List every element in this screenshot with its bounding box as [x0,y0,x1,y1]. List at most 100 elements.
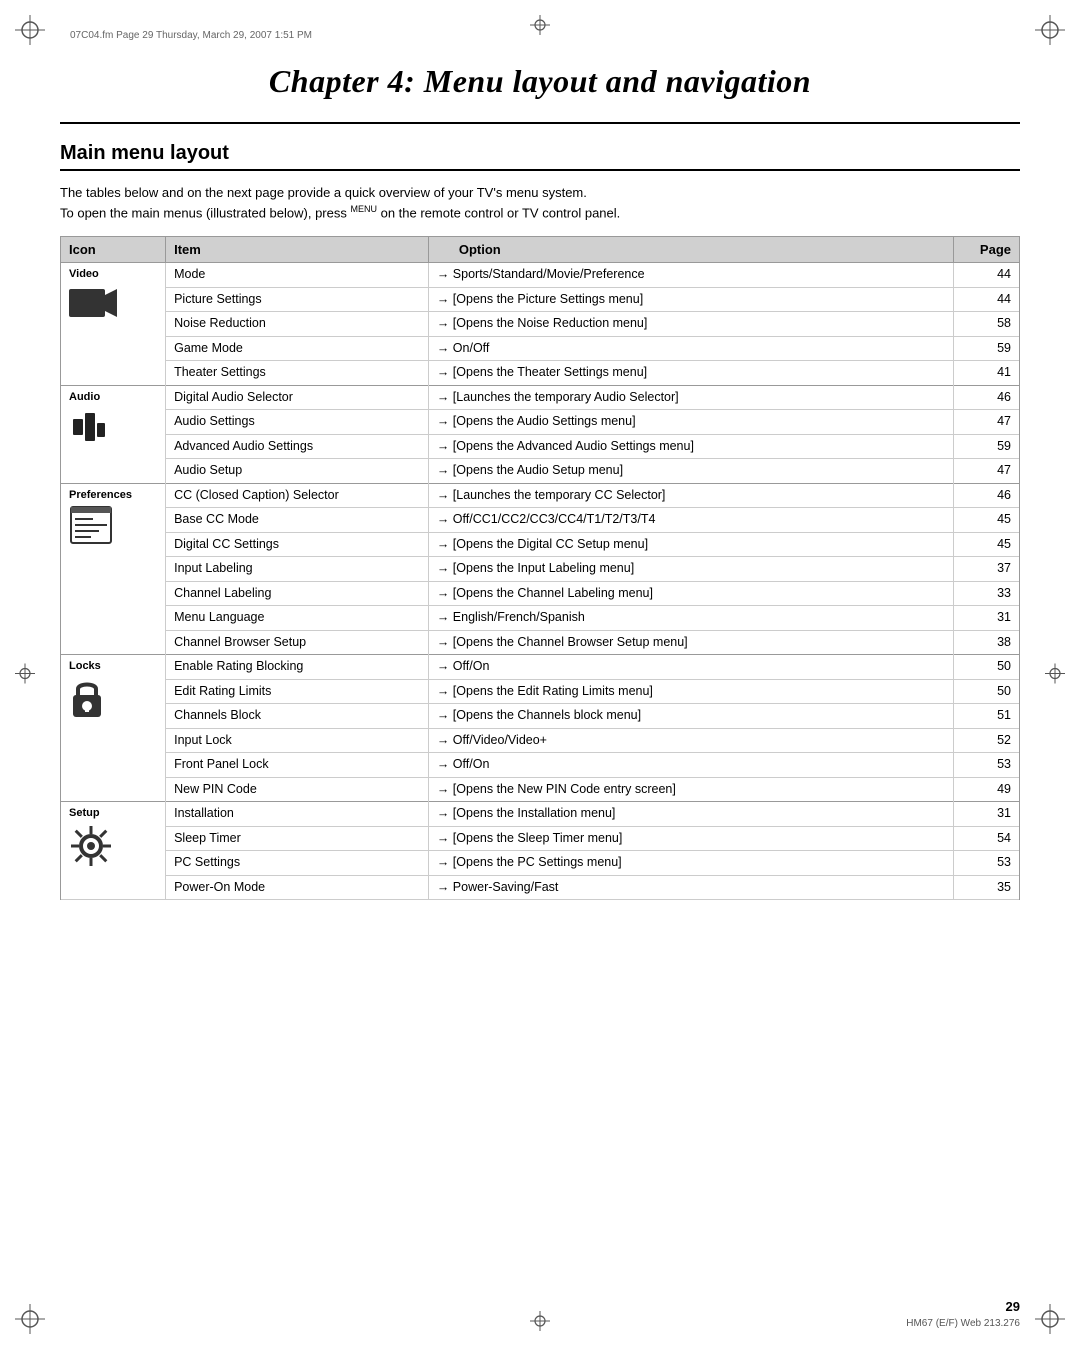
table-cell-item: Digital CC Settings [166,532,429,557]
table-cell-page: 35 [954,875,1020,900]
col-header-page: Page [954,237,1020,263]
table-row: Video Mode→ Sports/Standard/Movie/Prefer… [61,263,1020,288]
table-cell-page: 58 [954,312,1020,337]
table-cell-item: Menu Language [166,606,429,631]
table-cell-item: Channel Labeling [166,581,429,606]
corner-mark-bottom-left [15,1304,45,1334]
icon-label: Video [69,267,157,282]
page-number: 29 [1006,1299,1020,1314]
corner-mark-top-right [1035,15,1065,45]
preferences-icon [69,505,157,550]
menu-table: Icon Item Option Page Video Mode→ Sports… [60,236,1020,900]
table-cell-page: 51 [954,704,1020,729]
table-cell-item: New PIN Code [166,777,429,802]
table-row: Locks Enable Rating Blocking→ Off/On50 [61,655,1020,680]
col-header-option: Option [428,237,953,263]
table-cell-option: → [Opens the Noise Reduction menu] [428,312,953,337]
intro-line-2-suffix: on the remote control or TV control pane… [377,205,620,220]
table-row: Theater Settings→ [Opens the Theater Set… [61,361,1020,386]
table-cell-option: → [Opens the Audio Settings menu] [428,410,953,435]
table-row: Front Panel Lock→ Off/On53 [61,753,1020,778]
table-cell-page: 44 [954,287,1020,312]
table-cell-option: → On/Off [428,336,953,361]
table-cell-page: 31 [954,802,1020,827]
table-row: Channel Labeling→ [Opens the Channel Lab… [61,581,1020,606]
table-row: Menu Language→ English/French/Spanish31 [61,606,1020,631]
table-cell-option: → [Opens the Advanced Audio Settings men… [428,434,953,459]
table-cell-option: → [Launches the temporary CC Selector] [428,483,953,508]
table-row: Channel Browser Setup→ [Opens the Channe… [61,630,1020,655]
corner-mark-top-left [15,15,45,45]
table-cell-page: 49 [954,777,1020,802]
table-row: Audio Settings→ [Opens the Audio Setting… [61,410,1020,435]
table-row: PC Settings→ [Opens the PC Settings menu… [61,851,1020,876]
table-cell-page: 47 [954,410,1020,435]
table-cell-item: Enable Rating Blocking [166,655,429,680]
table-cell-page: 38 [954,630,1020,655]
table-cell-option: → [Opens the Edit Rating Limits menu] [428,679,953,704]
table-row: Edit Rating Limits→ [Opens the Edit Rati… [61,679,1020,704]
table-row: Base CC Mode→ Off/CC1/CC2/CC3/CC4/T1/T2/… [61,508,1020,533]
table-cell-page: 50 [954,679,1020,704]
col-header-icon: Icon [61,237,166,263]
table-cell-page: 44 [954,263,1020,288]
table-cell-item: Front Panel Lock [166,753,429,778]
table-cell-option: → Power-Saving/Fast [428,875,953,900]
table-row: Noise Reduction→ [Opens the Noise Reduct… [61,312,1020,337]
table-cell-option: → [Launches the temporary Audio Selector… [428,385,953,410]
table-cell-page: 45 [954,508,1020,533]
mid-mark-right [1045,663,1065,686]
table-cell-option: → [Opens the Audio Setup menu] [428,459,953,484]
table-cell-item: Channel Browser Setup [166,630,429,655]
video-icon [69,285,157,326]
table-cell-item: Sleep Timer [166,826,429,851]
table-row: Input Lock→ Off/Video/Video+52 [61,728,1020,753]
table-header-row: Icon Item Option Page [61,237,1020,263]
table-row: New PIN Code→ [Opens the New PIN Code en… [61,777,1020,802]
table-cell-page: 53 [954,753,1020,778]
table-row: Setup Installation→ [Opens the Installat… [61,802,1020,827]
icon-cell-setup: Setup [61,802,166,900]
table-cell-item: Input Labeling [166,557,429,582]
table-cell-option: → [Opens the Channel Labeling menu] [428,581,953,606]
table-cell-option: → [Opens the New PIN Code entry screen] [428,777,953,802]
menu-superscript: MENU [350,204,377,214]
mid-mark-bottom [530,1311,550,1334]
table-cell-item: Base CC Mode [166,508,429,533]
mid-mark-top [530,15,550,38]
table-cell-item: Input Lock [166,728,429,753]
chapter-title: Chapter 4: Menu layout and navigation [60,45,1020,124]
table-cell-item: Power-On Mode [166,875,429,900]
table-cell-item: Noise Reduction [166,312,429,337]
table-cell-page: 59 [954,434,1020,459]
table-row: Audio Setup→ [Opens the Audio Setup menu… [61,459,1020,484]
table-cell-option: → [Opens the Installation menu] [428,802,953,827]
col-header-item: Item [166,237,429,263]
table-row: Digital CC Settings→ [Opens the Digital … [61,532,1020,557]
table-cell-item: PC Settings [166,851,429,876]
table-cell-option: → [Opens the Digital CC Setup menu] [428,532,953,557]
table-row: Game Mode→ On/Off59 [61,336,1020,361]
corner-mark-bottom-right [1035,1304,1065,1334]
table-cell-page: 47 [954,459,1020,484]
mid-mark-left [15,663,35,686]
table-row: Power-On Mode→ Power-Saving/Fast35 [61,875,1020,900]
table-cell-item: Game Mode [166,336,429,361]
table-cell-item: Picture Settings [166,287,429,312]
table-row: Channels Block→ [Opens the Channels bloc… [61,704,1020,729]
table-cell-option: → [Opens the Picture Settings menu] [428,287,953,312]
section-title: Main menu layout [60,142,1020,171]
table-row: Audio Digital Audio Selector→ [Launches … [61,385,1020,410]
table-cell-page: 53 [954,851,1020,876]
icon-label: Audio [69,390,157,405]
icon-label: Locks [69,659,157,674]
table-cell-item: Digital Audio Selector [166,385,429,410]
table-cell-option: → Off/On [428,753,953,778]
icon-label: Preferences [69,488,157,503]
table-cell-page: 46 [954,483,1020,508]
table-cell-page: 31 [954,606,1020,631]
table-cell-option: → Off/CC1/CC2/CC3/CC4/T1/T2/T3/T4 [428,508,953,533]
setup-icon [69,824,157,873]
table-cell-page: 45 [954,532,1020,557]
table-row: Preferences CC (Closed Caption) Selector… [61,483,1020,508]
